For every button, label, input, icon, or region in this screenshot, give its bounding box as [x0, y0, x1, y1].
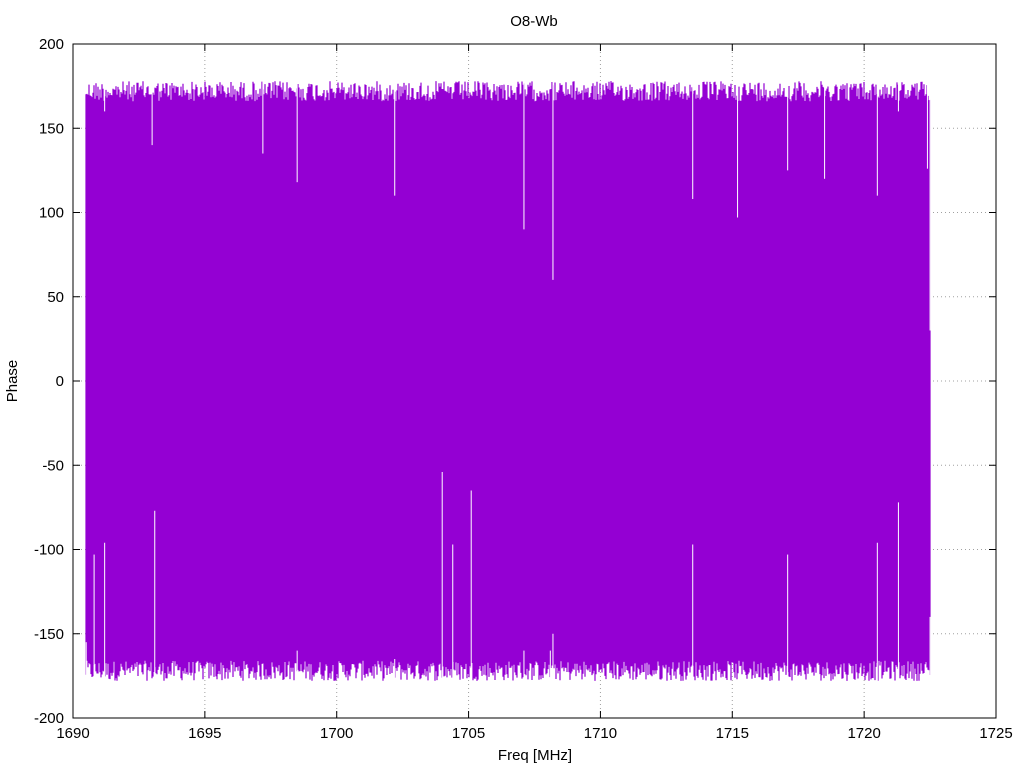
- x-tick-label: 1690: [56, 725, 89, 742]
- chart-title: O8-Wb: [510, 13, 558, 30]
- y-tick-label: -50: [42, 457, 64, 474]
- chart: 1690 1695 1700 1705 1710 1715 1720 1725 -200 -150…: [0, 0, 1024, 768]
- x-tick-label: 1725: [979, 725, 1012, 742]
- y-tick-label: -200: [34, 710, 64, 727]
- series-0: [85, 81, 931, 681]
- x-tick-label: 1705: [452, 725, 485, 742]
- y-tick-label: -150: [34, 626, 64, 643]
- y-tick-label: -100: [34, 542, 64, 559]
- series-envelope: [85, 81, 931, 681]
- x-tick-label: 1715: [716, 725, 749, 742]
- x-axis-label: Freq [MHz]: [498, 747, 572, 764]
- x-tick-label: 1720: [847, 725, 880, 742]
- y-tick-label: 150: [39, 120, 64, 137]
- x-tick-label: 1710: [584, 725, 617, 742]
- y-axis-label: Phase: [4, 360, 21, 403]
- x-tick-label: 1695: [188, 725, 221, 742]
- data-series: [85, 81, 931, 681]
- y-tick-label: 0: [56, 373, 64, 390]
- x-tick-label: 1700: [320, 725, 353, 742]
- y-tick-label: 50: [47, 289, 64, 306]
- y-tick-label: 200: [39, 36, 64, 53]
- y-tick-label: 100: [39, 205, 64, 222]
